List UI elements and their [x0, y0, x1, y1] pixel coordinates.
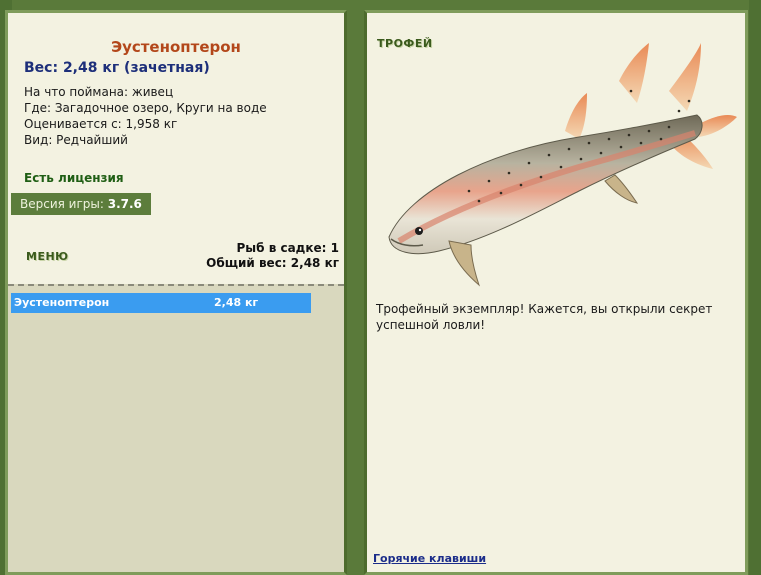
fish-name-title: Эустеноптерон [111, 38, 241, 56]
right-frame-border [749, 0, 761, 575]
location-info: Где: Загадочное озеро, Круги на воде [24, 101, 267, 115]
kind-info: Вид: Редчайший [24, 133, 128, 147]
valued-info: Оценивается с: 1,958 кг [24, 117, 178, 131]
hotkeys-link[interactable]: Горячие клавиши [373, 552, 486, 565]
catch-item-name: Эустеноптерон [14, 296, 110, 309]
fish-details: На что поймана: живец Где: Загадочное оз… [24, 84, 267, 148]
fish-info-panel: Эустеноптерон Вес: 2,48 кг (зачетная) На… [5, 10, 347, 575]
bait-info: На что поймана: живец [24, 85, 174, 99]
fish-image [388, 43, 737, 287]
keepnet-total-weight: Общий вес: 2,48 кг [206, 256, 339, 270]
fish-weight: Вес: 2,48 кг (зачетная) [24, 60, 210, 76]
catch-list: Эустеноптерон 2,48 кг [8, 284, 344, 572]
game-version: Версия игры: 3.7.6 [11, 193, 151, 215]
keepnet-count: Рыб в садке: 1 [236, 241, 340, 255]
trophy-panel: ТРОФЕЙ Трофейный экземпляр! Кажется, вы … [364, 10, 748, 575]
catch-item-weight: 2,48 кг [214, 296, 259, 309]
version-value: 3.7.6 [107, 197, 142, 211]
trophy-message: Трофейный экземпляр! Кажется, вы открыли… [376, 302, 713, 332]
version-label: Версия игры: [20, 197, 104, 211]
catch-list-item[interactable]: Эустеноптерон 2,48 кг [11, 293, 311, 313]
license-status: Есть лицензия [24, 171, 124, 185]
menu-button[interactable]: МЕНЮ [26, 250, 69, 263]
keepnet-stats: Рыб в садке: 1 Общий вес: 2,48 кг [206, 241, 339, 271]
